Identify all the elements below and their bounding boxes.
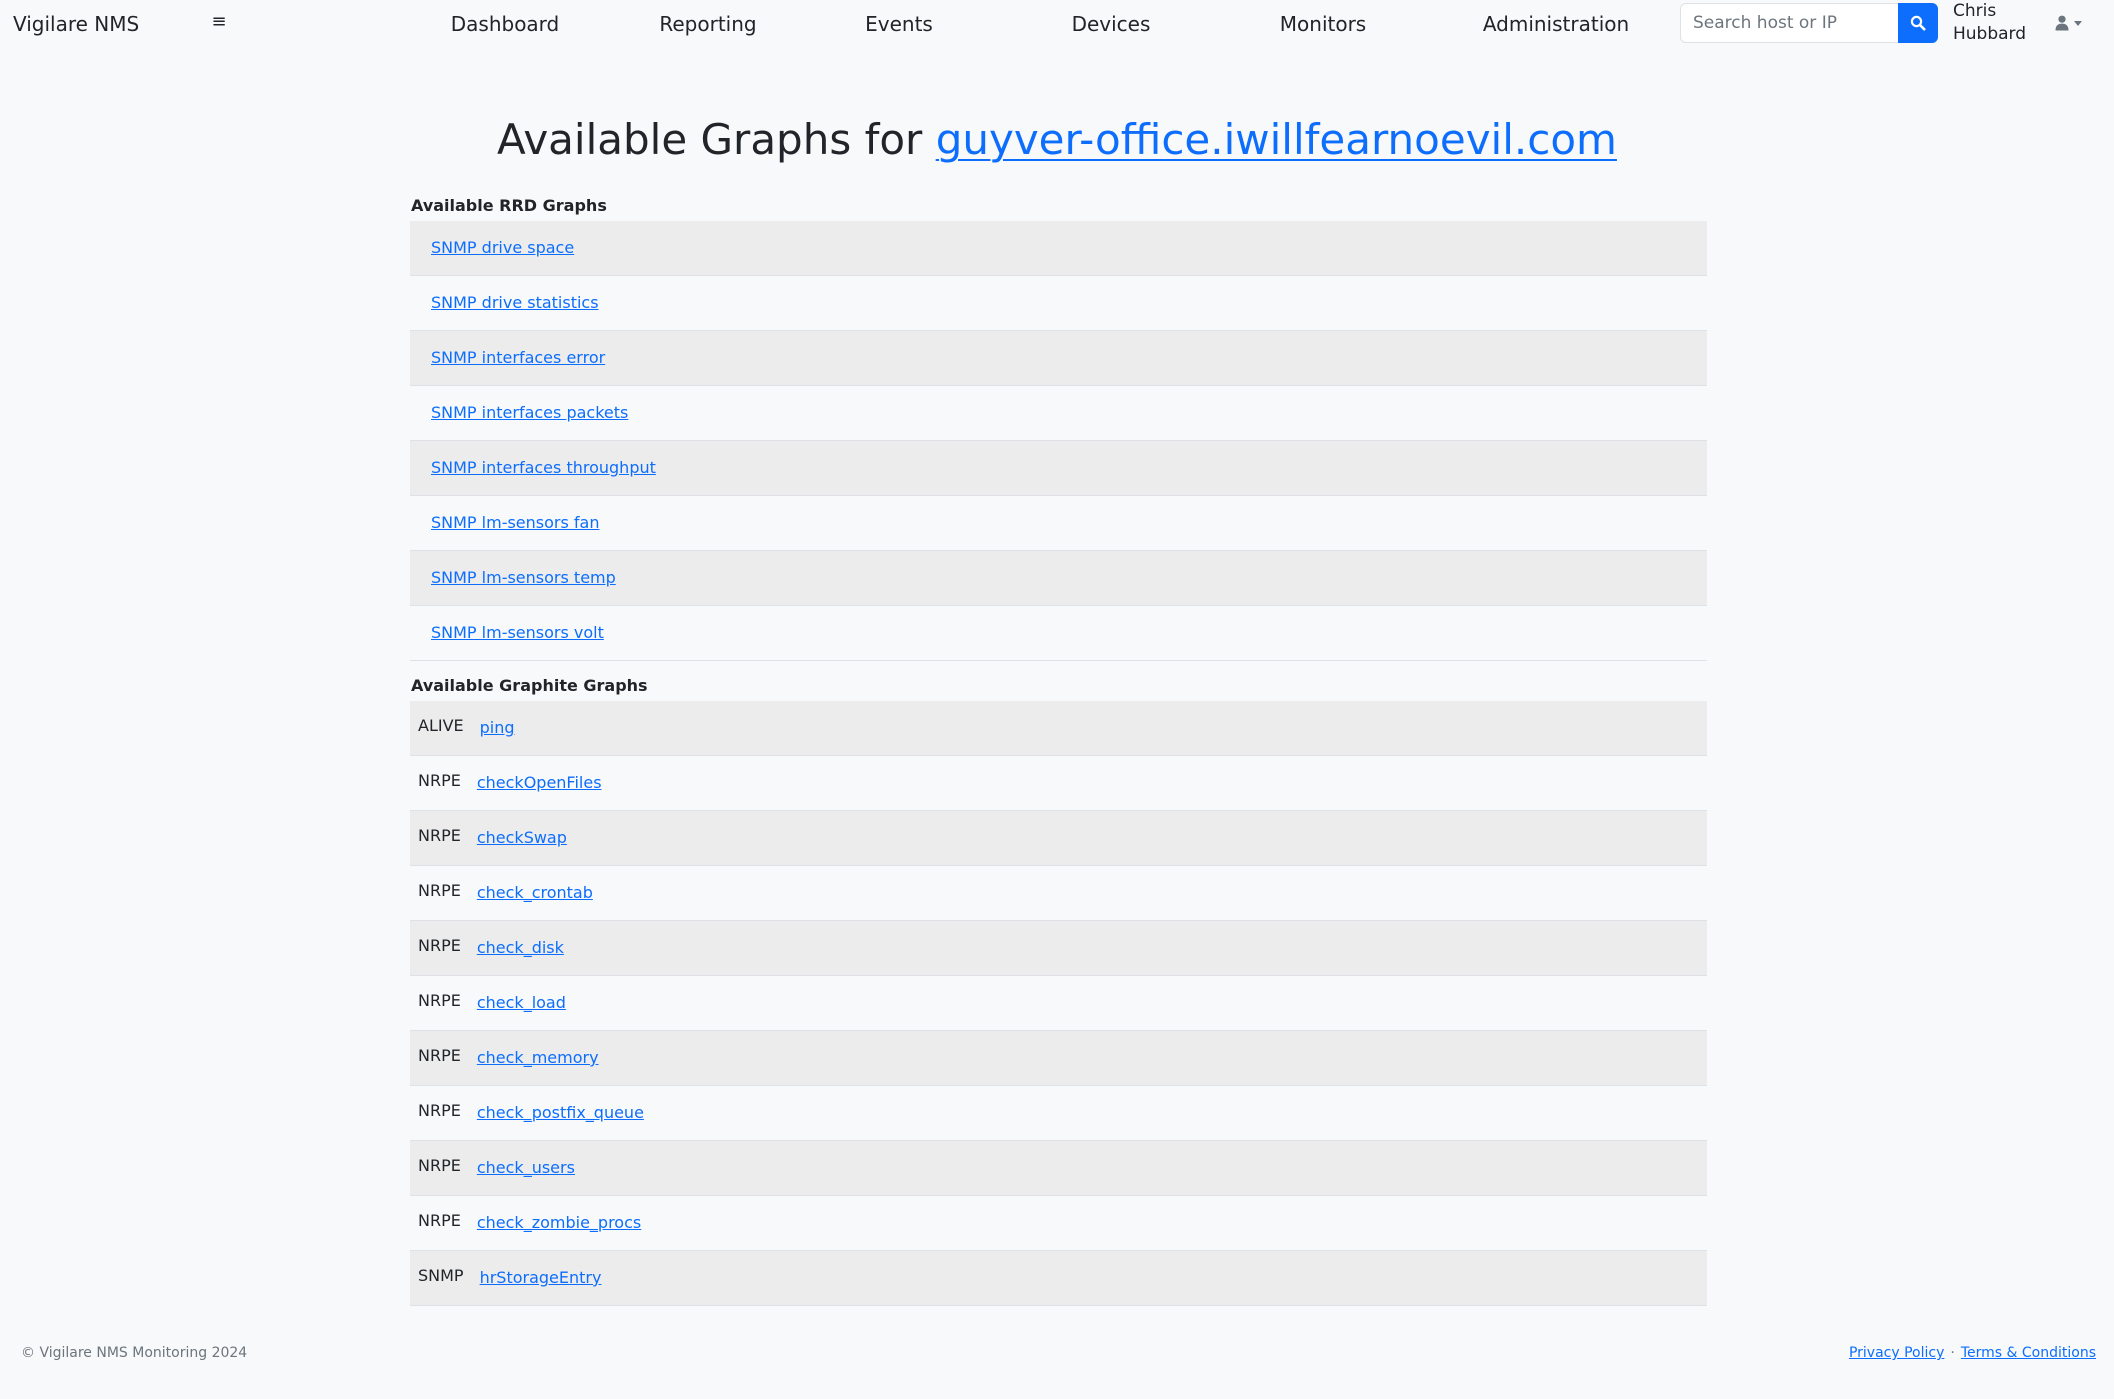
caret-down-icon bbox=[2074, 20, 2082, 26]
top-navbar: Vigilare NMS ≡ Dashboard Reporting Event… bbox=[0, 0, 2114, 48]
list-item: SNMP lm-sensors volt bbox=[410, 606, 1707, 661]
graph-type-label: NRPE bbox=[418, 1101, 461, 1120]
list-item: NRPE check_postfix_queue bbox=[410, 1086, 1707, 1141]
graphite-graph-link[interactable]: check_memory bbox=[477, 1048, 599, 1068]
graphite-graph-link[interactable]: checkSwap bbox=[477, 828, 567, 848]
graphite-graph-link[interactable]: check_crontab bbox=[477, 883, 593, 903]
nav-devices[interactable]: Devices bbox=[1072, 10, 1151, 38]
brand-link[interactable]: Vigilare NMS bbox=[13, 10, 139, 38]
rrd-graphs-section: Available RRD Graphs SNMP drive space SN… bbox=[410, 195, 1707, 661]
user-name: Chris Hubbard bbox=[1953, 1, 2027, 44]
search-icon bbox=[1910, 15, 1926, 31]
rrd-graph-link[interactable]: SNMP lm-sensors volt bbox=[431, 623, 604, 643]
graph-type-label: ALIVE bbox=[418, 716, 464, 735]
page-title-prefix: Available Graphs for bbox=[497, 115, 923, 164]
list-item: SNMP interfaces packets bbox=[410, 386, 1707, 441]
graph-type-label: NRPE bbox=[418, 1211, 461, 1230]
rrd-graphs-heading: Available RRD Graphs bbox=[411, 196, 607, 215]
rrd-graph-link[interactable]: SNMP drive statistics bbox=[431, 293, 599, 313]
nav-dashboard[interactable]: Dashboard bbox=[451, 10, 560, 38]
graph-type-label: NRPE bbox=[418, 936, 461, 955]
rrd-graph-link[interactable]: SNMP interfaces packets bbox=[431, 403, 628, 423]
search-form bbox=[1680, 3, 1938, 43]
footer-copyright: © Vigilare NMS Monitoring 2024 bbox=[21, 1345, 248, 1361]
list-item: SNMP hrStorageEntry bbox=[410, 1251, 1707, 1306]
list-item: NRPE check_memory bbox=[410, 1031, 1707, 1086]
list-item: NRPE check_zombie_procs bbox=[410, 1196, 1707, 1251]
graph-type-label: SNMP bbox=[418, 1266, 464, 1285]
list-item: NRPE check_users bbox=[410, 1141, 1707, 1196]
search-button[interactable] bbox=[1898, 3, 1938, 43]
graphite-graph-link[interactable]: hrStorageEntry bbox=[480, 1268, 602, 1288]
rrd-graph-link[interactable]: SNMP lm-sensors fan bbox=[431, 513, 600, 533]
graphite-graph-link[interactable]: ping bbox=[480, 718, 515, 738]
graphite-graph-link[interactable]: check_load bbox=[477, 993, 566, 1013]
list-item: SNMP lm-sensors fan bbox=[410, 496, 1707, 551]
host-link[interactable]: guyver-office.iwillfearnoevil.com bbox=[936, 115, 1617, 164]
footer-links: Privacy Policy · Terms & Conditions bbox=[1849, 1345, 2096, 1361]
list-item: SNMP drive space bbox=[410, 221, 1707, 276]
graphite-graphs-heading: Available Graphite Graphs bbox=[411, 676, 648, 695]
list-item: NRPE check_crontab bbox=[410, 866, 1707, 921]
nav-events[interactable]: Events bbox=[865, 10, 933, 38]
graph-type-label: NRPE bbox=[418, 771, 461, 790]
nav-administration[interactable]: Administration bbox=[1483, 10, 1629, 38]
list-item: ALIVE ping bbox=[410, 701, 1707, 756]
graph-type-label: NRPE bbox=[418, 991, 461, 1010]
user-menu-toggle[interactable] bbox=[2055, 12, 2087, 34]
list-item: SNMP lm-sensors temp bbox=[410, 551, 1707, 606]
graphite-graph-link[interactable]: checkOpenFiles bbox=[477, 773, 602, 793]
graph-type-label: NRPE bbox=[418, 881, 461, 900]
page-title: Available Graphs for guyver-office.iwill… bbox=[0, 110, 2114, 170]
graphite-graph-link[interactable]: check_users bbox=[477, 1158, 575, 1178]
menu-toggle-icon[interactable]: ≡ bbox=[210, 12, 228, 32]
footer-separator: · bbox=[1950, 1345, 1955, 1361]
graph-type-label: NRPE bbox=[418, 826, 461, 845]
nav-reporting[interactable]: Reporting bbox=[659, 10, 756, 38]
graph-type-label: NRPE bbox=[418, 1156, 461, 1175]
graphite-graph-link[interactable]: check_disk bbox=[477, 938, 564, 958]
terms-link[interactable]: Terms & Conditions bbox=[1961, 1345, 2096, 1361]
graph-type-label: NRPE bbox=[418, 1046, 461, 1065]
list-item: SNMP interfaces throughput bbox=[410, 441, 1707, 496]
rrd-graph-link[interactable]: SNMP drive space bbox=[431, 238, 574, 258]
search-input[interactable] bbox=[1680, 3, 1898, 43]
rrd-graph-link[interactable]: SNMP lm-sensors temp bbox=[431, 568, 616, 588]
privacy-policy-link[interactable]: Privacy Policy bbox=[1849, 1345, 1944, 1361]
list-item: NRPE check_disk bbox=[410, 921, 1707, 976]
nav-monitors[interactable]: Monitors bbox=[1280, 10, 1366, 38]
graphite-graph-link[interactable]: check_postfix_queue bbox=[477, 1103, 644, 1123]
rrd-graph-link[interactable]: SNMP interfaces throughput bbox=[431, 458, 656, 478]
list-item: SNMP interfaces error bbox=[410, 331, 1707, 386]
graphite-graph-link[interactable]: check_zombie_procs bbox=[477, 1213, 641, 1233]
rrd-graph-link[interactable]: SNMP interfaces error bbox=[431, 348, 605, 368]
list-item: NRPE check_load bbox=[410, 976, 1707, 1031]
list-item: NRPE checkOpenFiles bbox=[410, 756, 1707, 811]
list-item: SNMP drive statistics bbox=[410, 276, 1707, 331]
user-icon bbox=[2055, 15, 2069, 31]
list-item: NRPE checkSwap bbox=[410, 811, 1707, 866]
graphite-graphs-section: Available Graphite Graphs ALIVE ping NRP… bbox=[410, 675, 1707, 1306]
